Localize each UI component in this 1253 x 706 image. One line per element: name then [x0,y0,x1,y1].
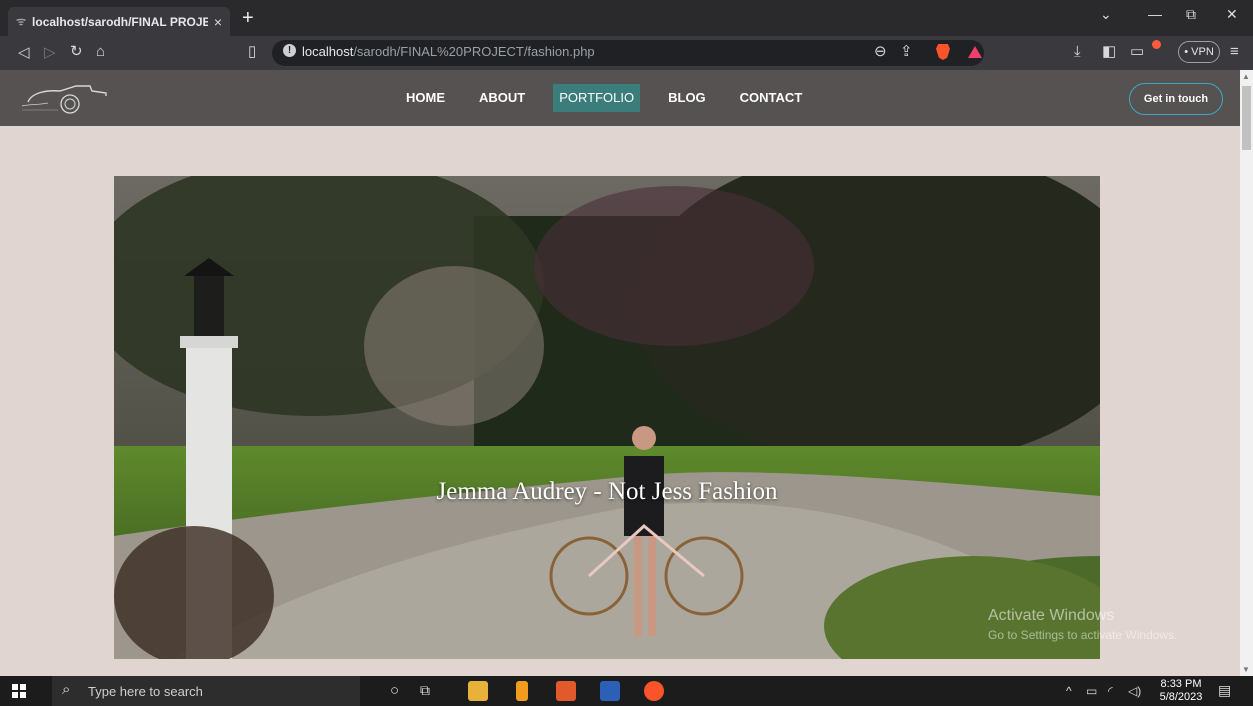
nav-contact[interactable]: CONTACT [734,84,809,112]
minimize-button[interactable]: — [1148,6,1162,22]
tab-title: localhost/sarodh/FINAL PROJECT [32,14,208,29]
windows-start-icon[interactable] [12,684,26,698]
scroll-down-icon[interactable]: ▼ [1242,665,1250,674]
word-icon[interactable] [600,681,620,701]
hero-image: Jemma Audrey - Not Jess Fashion [114,176,1100,659]
sidebar-icon[interactable]: ◧ [1102,43,1116,61]
hero-caption: Jemma Audrey - Not Jess Fashion [436,478,778,505]
activate-windows-title: Activate Windows [988,607,1115,624]
download-icon[interactable]: ⤓ [1074,43,1081,61]
hero-photo [114,176,1100,659]
home-icon[interactable]: ⌂ [96,43,105,61]
clock-time: 8:33 PM [1160,678,1202,690]
wallet-icon[interactable]: ▭ [1130,43,1144,61]
nav-portfolio[interactable]: PORTFOLIO [553,84,641,112]
tab-strip: ᯤ localhost/sarodh/FINAL PROJECT × + ⌄ —… [0,0,1253,36]
share-icon[interactable]: ⇪ [900,43,913,61]
nav-menu: HOME ABOUT PORTFOLIO BLOG CONTACT [400,84,830,112]
vpn-button[interactable]: • VPN [1178,41,1220,63]
reload-icon[interactable]: ↻ [70,43,83,61]
scroll-up-icon[interactable]: ▲ [1242,72,1250,81]
battery-icon[interactable]: ▭ [1086,684,1097,698]
nav-home[interactable]: HOME [400,84,451,112]
volume-icon[interactable]: ◁) [1128,684,1141,698]
nav-blog[interactable]: BLOG [662,84,712,112]
bookmark-icon[interactable]: ▯ [248,43,256,61]
browser-tab[interactable]: ᯤ localhost/sarodh/FINAL PROJECT × [8,7,230,36]
xampp-icon[interactable] [556,681,576,701]
signal-icon: ᯤ [16,16,27,28]
taskbar-clock[interactable]: 8:33 PM 5/8/2023 [1156,678,1206,704]
zoom-icon[interactable]: ⊖ [874,43,887,61]
site-info-icon[interactable]: ! [283,44,296,57]
nav-about[interactable]: ABOUT [473,84,531,112]
restore-button[interactable]: ⧉ [1186,6,1196,23]
new-tab-button[interactable]: + [242,7,254,29]
notification-center-icon[interactable]: ▤ [1218,682,1231,699]
url-text[interactable]: localhost/sarodh/FINAL%20PROJECT/fashion… [302,44,595,59]
get-in-touch-button[interactable]: Get in touch [1129,83,1223,115]
wifi-icon[interactable]: ◜ [1108,684,1113,698]
notification-badge [1152,40,1161,49]
clock-date: 5/8/2023 [1159,691,1203,703]
site-navbar: HOME ABOUT PORTFOLIO BLOG CONTACT Get in… [0,70,1240,126]
scrollbar-thumb[interactable] [1242,86,1251,150]
close-window-button[interactable]: ✕ [1226,6,1238,23]
tab-search-icon[interactable]: ⌄ [1100,6,1112,23]
page-viewport: HOME ABOUT PORTFOLIO BLOG CONTACT Get in… [0,70,1240,676]
taskbar-search-placeholder[interactable]: Type here to search [88,684,203,699]
back-icon[interactable]: ◁ [18,44,30,62]
close-tab-icon[interactable]: × [214,14,222,30]
file-explorer-icon[interactable] [468,681,488,701]
sublime-text-icon[interactable] [516,681,528,701]
brave-rewards-icon[interactable] [968,46,982,58]
menu-icon[interactable]: ≡ [1230,43,1239,61]
windows-taskbar: ⌕ Type here to search ○ ⧉ ^ ▭ ◜ ◁) 8:33 … [0,676,1253,706]
task-view-icon[interactable]: ⧉ [420,682,430,699]
page-scrollbar[interactable]: ▲ ▼ [1240,70,1253,676]
logo[interactable] [18,80,113,118]
cortana-icon[interactable]: ○ [390,682,399,699]
activate-windows-subtitle: Go to Settings to activate Windows. [988,628,1178,642]
tray-chevron-icon[interactable]: ^ [1066,684,1072,698]
forward-icon[interactable]: ▷ [44,44,56,62]
brave-browser-icon[interactable] [644,681,664,701]
search-icon: ⌕ [62,681,71,698]
